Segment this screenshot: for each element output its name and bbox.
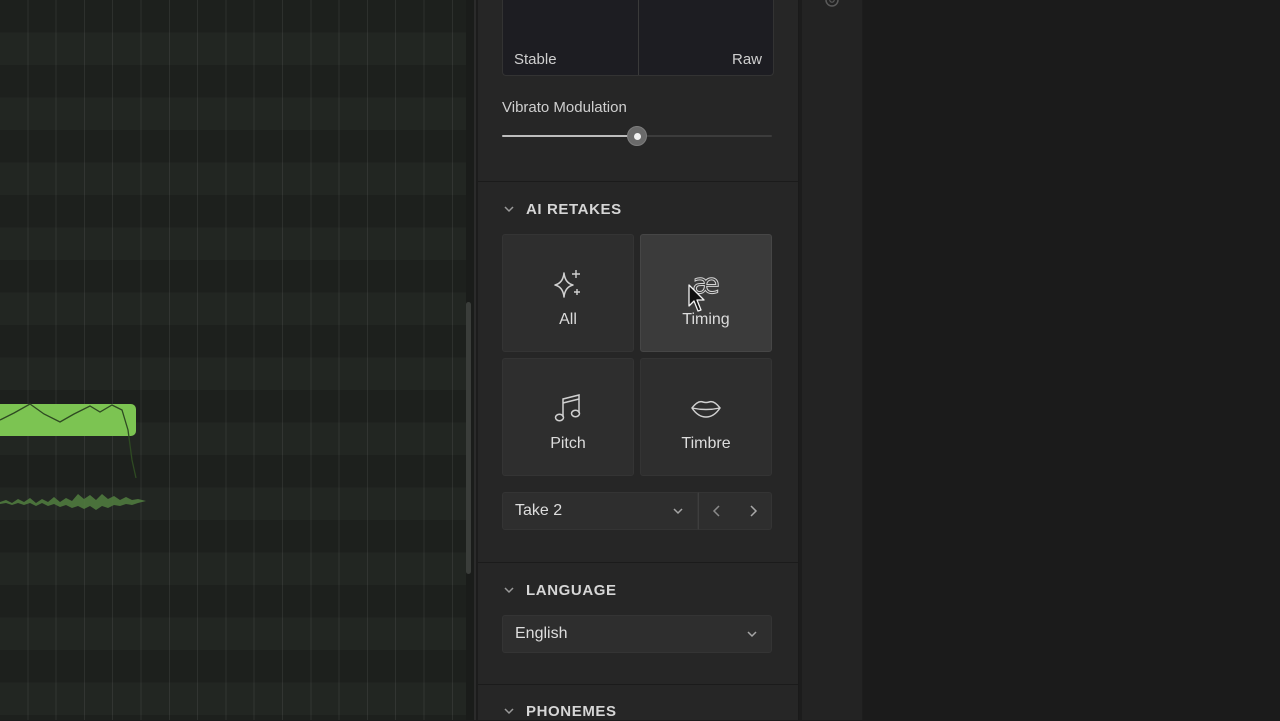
vibrato-modulation-slider[interactable] bbox=[502, 126, 772, 146]
phonemes-header[interactable]: PHONEMES bbox=[502, 701, 617, 721]
section-divider bbox=[478, 562, 798, 563]
chevron-down-icon bbox=[504, 587, 514, 594]
vertical-scrollbar-thumb[interactable] bbox=[466, 302, 471, 574]
retake-timbre-label: Timbre bbox=[681, 435, 731, 452]
retake-pitch-label: Pitch bbox=[550, 435, 586, 452]
section-divider bbox=[478, 684, 798, 685]
retake-timbre-button[interactable]: Timbre bbox=[640, 358, 772, 476]
mouse-cursor-icon bbox=[688, 284, 705, 312]
mixer-left-label: Stable bbox=[514, 51, 557, 68]
mixer-right-label: Raw bbox=[731, 51, 762, 68]
chevron-down-icon bbox=[504, 206, 514, 213]
pitch-curve bbox=[0, 403, 137, 479]
language-title: LANGUAGE bbox=[526, 581, 617, 599]
slider-fill bbox=[502, 135, 637, 137]
lips-icon bbox=[689, 389, 723, 427]
waveform bbox=[0, 494, 146, 510]
inspector-panel: Stable Raw Vibrato Modulation AI RETAKES… bbox=[478, 0, 799, 720]
mixer-center-line bbox=[638, 0, 639, 75]
chevron-left-icon[interactable] bbox=[710, 503, 724, 519]
slider-thumb[interactable] bbox=[627, 126, 647, 146]
language-header[interactable]: LANGUAGE bbox=[502, 580, 617, 600]
empty-workspace bbox=[863, 0, 1280, 720]
music-note-icon bbox=[551, 389, 585, 427]
sparkles-icon bbox=[551, 265, 585, 303]
take-navigation bbox=[698, 492, 772, 530]
take-select-value: Take 2 bbox=[515, 502, 563, 519]
take-select-dropdown[interactable]: Take 2 bbox=[502, 492, 698, 530]
chevron-down-icon bbox=[673, 508, 683, 515]
pitch-curve-overlay bbox=[0, 403, 146, 510]
chevron-down-icon bbox=[504, 708, 514, 715]
settings-gear-icon[interactable] bbox=[822, 0, 842, 10]
side-toolbar bbox=[802, 0, 863, 720]
retake-pitch-button[interactable]: Pitch bbox=[502, 358, 634, 476]
stability-mixer-pad[interactable]: Stable Raw bbox=[502, 0, 774, 76]
language-select-dropdown[interactable]: English bbox=[502, 615, 772, 653]
phonemes-title: PHONEMES bbox=[526, 702, 617, 720]
chevron-down-icon bbox=[747, 631, 757, 638]
panel-splitter[interactable] bbox=[474, 0, 476, 720]
ai-retakes-header[interactable]: AI RETAKES bbox=[502, 199, 622, 219]
ai-retakes-title: AI RETAKES bbox=[526, 200, 622, 218]
vibrato-modulation-label: Vibrato Modulation bbox=[502, 99, 627, 116]
chevron-right-icon[interactable] bbox=[746, 503, 760, 519]
retake-all-button[interactable]: All bbox=[502, 234, 634, 352]
section-divider bbox=[478, 181, 798, 182]
retake-all-label: All bbox=[559, 311, 577, 328]
piano-roll-editor[interactable] bbox=[0, 0, 476, 720]
language-select-value: English bbox=[515, 625, 568, 642]
